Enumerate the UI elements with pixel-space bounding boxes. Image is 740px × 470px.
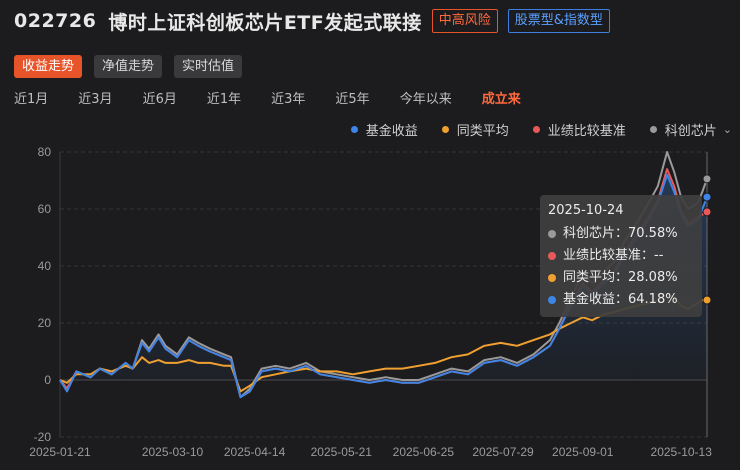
legend-dot-fund xyxy=(350,126,358,133)
legend-dot-index xyxy=(649,126,657,133)
legend-peer[interactable]: 同类平均 xyxy=(441,120,509,139)
fund-header: 022726 博时上证科创板芯片ETF发起式联接 中高风险 股票型&指数型 xyxy=(14,8,610,34)
y-tick-label: 60 xyxy=(38,202,52,216)
range-1y[interactable]: 近1年 xyxy=(207,90,241,110)
chart-legend: 基金收益 同类平均 业绩比较基准 科创芯片 ⌄ xyxy=(327,120,732,139)
range-6m[interactable]: 近6月 xyxy=(143,90,177,110)
tooltip-dot-benchmark xyxy=(548,252,556,260)
legend-label-index: 科创芯片 xyxy=(664,124,717,139)
risk-badge: 中高风险 xyxy=(431,9,498,33)
x-tick-label: 2025-05-21 xyxy=(311,445,373,459)
y-tick-label: 20 xyxy=(38,316,52,330)
tab-realtime-estimate[interactable]: 实时估值 xyxy=(174,55,243,78)
marker-benchmark xyxy=(702,207,712,217)
x-tick-label: 2025-07-29 xyxy=(472,445,534,459)
x-tick-label: 2025-01-21 xyxy=(29,445,91,459)
tooltip-value-benchmark: 业绩比较基准：-- xyxy=(563,248,664,263)
marker-index xyxy=(702,174,712,184)
chevron-down-icon[interactable]: ⌄ xyxy=(723,123,732,136)
y-tick-label: 80 xyxy=(38,145,52,159)
tooltip-row-benchmark: 业绩比较基准：-- xyxy=(548,245,694,267)
tooltip-value-peer: 同类平均：28.08% xyxy=(563,270,678,285)
range-5y[interactable]: 近5年 xyxy=(335,90,369,110)
fund-code: 022726 xyxy=(14,10,97,32)
range-tabs: 近1月 近3月 近6月 近1年 近3年 近5年 今年以来 成立来 xyxy=(14,90,551,110)
tab-nav-trend[interactable]: 净值走势 xyxy=(94,55,163,78)
y-tick-label: 0 xyxy=(44,373,51,387)
y-tick-label: 40 xyxy=(38,259,52,273)
tooltip-row-fund: 基金收益：64.18% xyxy=(548,289,694,311)
legend-label-peer: 同类平均 xyxy=(456,124,509,139)
y-tick-label: -20 xyxy=(34,430,52,444)
range-3m[interactable]: 近3月 xyxy=(78,90,112,110)
legend-dot-benchmark xyxy=(532,126,540,133)
tab-return-trend[interactable]: 收益走势 xyxy=(14,55,83,78)
tooltip-value-index: 科创芯片：70.58% xyxy=(563,226,678,241)
legend-index[interactable]: 科创芯片 ⌄ xyxy=(649,120,732,139)
tooltip-dot-peer xyxy=(548,274,556,282)
fund-type-badge: 股票型&指数型 xyxy=(507,9,610,33)
legend-label-fund: 基金收益 xyxy=(365,124,418,139)
x-tick-label: 2025-10-13 xyxy=(651,445,713,459)
range-3y[interactable]: 近3年 xyxy=(271,90,305,110)
marker-fund xyxy=(702,192,712,202)
x-tick-label: 2025-03-10 xyxy=(142,445,204,459)
legend-benchmark[interactable]: 业绩比较基准 xyxy=(532,120,626,139)
tooltip-row-index: 科创芯片：70.58% xyxy=(548,223,694,245)
tooltip-dot-fund xyxy=(548,296,556,304)
range-1m[interactable]: 近1月 xyxy=(14,90,48,110)
chart-tooltip: 2025-10-24 科创芯片：70.58% 业绩比较基准：-- 同类平均：28… xyxy=(540,195,702,317)
legend-label-benchmark: 业绩比较基准 xyxy=(547,124,626,139)
range-ytd[interactable]: 今年以来 xyxy=(400,90,452,110)
x-tick-label: 2025-04-14 xyxy=(224,445,286,459)
x-tick-label: 2025-06-25 xyxy=(393,445,455,459)
range-since-inception[interactable]: 成立来 xyxy=(482,90,521,110)
tooltip-value-fund: 基金收益：64.18% xyxy=(563,292,678,307)
tooltip-date: 2025-10-24 xyxy=(548,203,624,218)
tooltip-row-peer: 同类平均：28.08% xyxy=(548,267,694,289)
marker-peer xyxy=(702,295,712,305)
view-tabs: 收益走势 净值走势 实时估值 xyxy=(14,55,254,78)
legend-fund[interactable]: 基金收益 xyxy=(350,120,418,139)
legend-dot-peer xyxy=(441,126,449,133)
tooltip-dot-index xyxy=(548,230,556,238)
x-tick-label: 2025-09-01 xyxy=(552,445,614,459)
fund-name: 博时上证科创板芯片ETF发起式联接 xyxy=(108,11,422,34)
